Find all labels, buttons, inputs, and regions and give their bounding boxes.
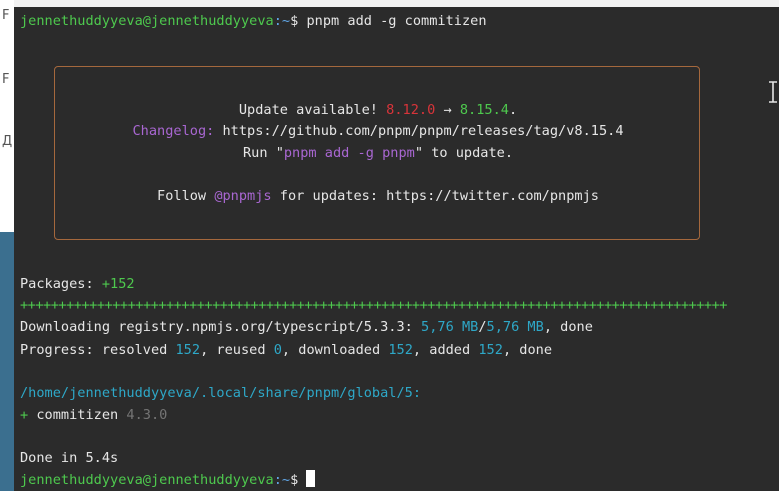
final-prompt-user-host: jennethuddyyeva@jennethuddyyeva bbox=[20, 472, 274, 488]
terminal-top-edge bbox=[14, 0, 779, 7]
progress-text: Progress: resolved bbox=[20, 342, 176, 358]
downloading-line: Downloading registry.npmjs.org/typescrip… bbox=[20, 318, 593, 336]
run-command: pnpm add -g pnpm bbox=[283, 145, 415, 161]
done-line: Done in 5.4s bbox=[20, 450, 119, 466]
text-cursor bbox=[306, 470, 316, 487]
run-update-line: Run "pnpm add -g pnpm" to update. bbox=[55, 144, 701, 162]
downloading-prefix: Downloading registry.npmjs.org/typescrip… bbox=[20, 319, 422, 335]
prompt-symbol: $ bbox=[290, 13, 299, 29]
download-size-total: 5,76 MB bbox=[486, 319, 544, 335]
progress-text: , done bbox=[502, 342, 553, 358]
progress-resolved: 152 bbox=[175, 342, 201, 358]
background-window-char: F bbox=[2, 8, 10, 23]
downloading-suffix: , done bbox=[543, 319, 593, 335]
installed-package-name: commitizen bbox=[28, 407, 127, 423]
prompt-path: :~ bbox=[273, 13, 291, 29]
background-window-char: F bbox=[2, 72, 10, 87]
changelog-label: Changelog: bbox=[132, 123, 215, 139]
prompt-user-host: jennethuddyyeva@jennethuddyyeva bbox=[20, 13, 274, 29]
progress-added: 152 bbox=[478, 342, 503, 358]
follow-line: Follow @pnpmjs for updates: https://twit… bbox=[55, 187, 701, 205]
background-window-panel bbox=[0, 232, 14, 491]
progress-downloaded: 152 bbox=[388, 342, 413, 358]
installed-package-line: + commitizen 4.3.0 bbox=[20, 406, 167, 424]
progress-bar: ++++++++++++++++++++++++++++++++++++++++… bbox=[20, 297, 727, 313]
final-prompt-line[interactable]: jennethuddyyeva@jennethuddyyeva:~$ bbox=[20, 470, 316, 489]
follow-prefix: Follow bbox=[157, 188, 215, 204]
desktop: F F Д jennethuddyyeva@jennethuddyyeva:~$… bbox=[0, 0, 779, 491]
version-arrow: → bbox=[435, 102, 460, 118]
download-size-sep: / bbox=[478, 319, 487, 335]
update-available-suffix: . bbox=[508, 102, 518, 118]
download-size-done: 5,76 MB bbox=[421, 319, 479, 335]
packages-label: Packages: bbox=[20, 276, 102, 292]
final-prompt-path: :~ bbox=[273, 472, 291, 488]
installed-plus: + bbox=[20, 407, 29, 423]
packages-count: +152 bbox=[101, 276, 135, 292]
update-available-label: Update available! bbox=[238, 102, 387, 118]
background-window[interactable]: F F Д bbox=[0, 0, 14, 491]
run-prefix: Run " bbox=[242, 145, 284, 161]
global-path: /home/jennethuddyyeva/.local/share/pnpm/… bbox=[20, 385, 422, 401]
current-version: 8.12.0 bbox=[386, 102, 436, 118]
update-available-line: Update available! 8.12.0 → 8.15.4. bbox=[55, 101, 701, 119]
progress-text: , downloaded bbox=[281, 342, 389, 358]
packages-line: Packages: +152 bbox=[20, 275, 135, 293]
progress-text: , added bbox=[412, 342, 479, 358]
progress-line: Progress: resolved 152, reused 0, downlo… bbox=[20, 341, 552, 359]
new-version: 8.15.4 bbox=[459, 102, 509, 118]
background-window-char: Д bbox=[2, 134, 13, 149]
terminal-window[interactable]: jennethuddyyeva@jennethuddyyeva:~$ pnpm … bbox=[14, 0, 779, 491]
installed-package-version: 4.3.0 bbox=[126, 407, 168, 423]
run-suffix: " to update. bbox=[414, 145, 514, 161]
follow-handle: @pnpmjs bbox=[214, 188, 272, 204]
final-prompt-symbol: $ bbox=[290, 472, 307, 488]
changelog-line: Changelog: https://github.com/pnpm/pnpm/… bbox=[55, 122, 701, 140]
follow-suffix[interactable]: for updates: https://twitter.com/pnpmjs bbox=[272, 188, 599, 204]
update-notice-box: Update available! 8.12.0 → 8.15.4. Chang… bbox=[54, 66, 700, 240]
command-text: pnpm add -g commitizen bbox=[306, 13, 487, 29]
mouse-ibeam-cursor-icon bbox=[769, 81, 777, 103]
changelog-url[interactable]: https://github.com/pnpm/pnpm/releases/ta… bbox=[214, 123, 623, 139]
progress-text: , reused bbox=[200, 342, 274, 358]
command-line: jennethuddyyeva@jennethuddyyeva:~$ pnpm … bbox=[20, 12, 487, 30]
progress-reused: 0 bbox=[273, 342, 282, 358]
